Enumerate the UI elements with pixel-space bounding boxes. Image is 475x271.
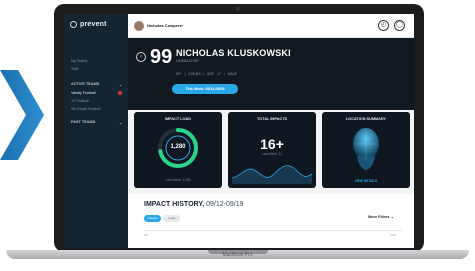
impacts-sparkline xyxy=(232,165,312,184)
sidebar-item-staff[interactable]: Staff xyxy=(71,67,78,71)
card-title: TOTAL IMPACTS xyxy=(256,117,288,121)
sidebar: prevent My Teams Staff ACTIVE TEAMS ⌄ Va… xyxy=(64,14,128,248)
player-position: LINEBACKER xyxy=(176,59,199,63)
tab-impacts[interactable]: Impacts xyxy=(144,215,161,222)
top-bar: Nicholas Cowpers ⌄ ◴ ◯ xyxy=(128,14,414,38)
head-icon xyxy=(353,128,379,170)
card-title: LOCATION SUMMARY xyxy=(345,117,387,121)
sidebar-section-label: PAST TEAMS xyxy=(71,120,96,124)
sidebar-item-jv-football[interactable]: JV Football xyxy=(71,99,89,103)
chevron-right-icon xyxy=(0,70,44,160)
avatar[interactable] xyxy=(134,21,144,31)
location-summary-card: LOCATION SUMMARY VIEW DETAILS xyxy=(322,112,410,188)
history-range: 09/12-09/19 xyxy=(206,201,244,208)
chevron-down-icon: ⌄ xyxy=(118,83,122,87)
sidebar-item-varsity-football[interactable]: Varsity Football xyxy=(71,91,96,95)
total-impacts-card: TOTAL IMPACTS 16+ Last Week: 12 xyxy=(228,112,316,188)
week-selector[interactable]: This Week: 09/12-09/19 xyxy=(172,84,238,94)
sidebar-section-active-teams[interactable]: ACTIVE TEAMS ⌄ xyxy=(71,82,122,87)
screen: prevent My Teams Staff ACTIVE TEAMS ⌄ Va… xyxy=(64,14,414,248)
axis-label-right: 1000 xyxy=(390,234,396,237)
tab-load[interactable]: Load xyxy=(163,215,180,222)
back-button[interactable]: ‹ xyxy=(136,52,146,62)
history-title-text: IMPACT HISTORY, xyxy=(144,201,205,208)
impact-load-value: 1,280 xyxy=(170,144,186,150)
scene: MacBook Pro prevent My Teams Staff ACTIV… xyxy=(0,0,475,271)
logo[interactable]: prevent xyxy=(70,21,107,28)
chevron-down-icon[interactable]: ⌄ xyxy=(180,22,184,28)
player-name: NICHOLAS KLUSKOWSKI xyxy=(176,48,291,58)
sidebar-section-past-teams[interactable]: PAST TEAMS ⌄ xyxy=(71,120,122,125)
more-filters-button[interactable]: More Filters ⌄ xyxy=(368,214,394,219)
view-details-link[interactable]: VIEW DETAILS xyxy=(322,179,410,183)
player-header: ‹ 99 NICHOLAS KLUSKOWSKI LINEBACKER 6'0"… xyxy=(128,38,414,110)
player-meta: 6'0" | 215LBS | AGE 17 | MALE xyxy=(176,72,237,76)
sidebar-item-9th-grade-football[interactable]: 9th Grade Football xyxy=(71,107,101,111)
sidebar-item-my-teams[interactable]: My Teams xyxy=(71,59,87,63)
logo-icon xyxy=(70,21,77,28)
divider xyxy=(144,230,402,231)
device-label: MacBook Pro xyxy=(222,252,253,258)
camera xyxy=(236,7,240,11)
card-title: IMPACT LOAD xyxy=(164,117,192,121)
impact-load-last-week: Last Week: 1,100 xyxy=(165,178,191,182)
sidebar-section-label: ACTIVE TEAMS xyxy=(71,82,100,86)
filters-label: More Filters xyxy=(368,215,390,219)
alert-badge xyxy=(118,91,122,95)
impact-history: IMPACT HISTORY, 09/12-09/19 Impacts Load… xyxy=(128,194,414,248)
impact-load-card: IMPACT LOAD 1,280 Last Week: 1,100 xyxy=(134,112,222,188)
chevron-down-icon: ⌄ xyxy=(390,215,394,219)
notification-icon[interactable]: ◴ xyxy=(378,20,389,31)
brand-name: prevent xyxy=(80,21,107,28)
axis-label-left: 150 xyxy=(144,234,149,237)
total-impacts-value: 16+ xyxy=(260,136,284,152)
jersey-number: 99 xyxy=(150,46,173,68)
chevron-down-icon: ⌄ xyxy=(118,121,122,125)
profile-icon[interactable]: ◯ xyxy=(394,20,405,31)
user-name[interactable]: Nicholas Cowpers xyxy=(147,23,182,28)
history-title: IMPACT HISTORY, 09/12-09/19 xyxy=(144,201,243,208)
